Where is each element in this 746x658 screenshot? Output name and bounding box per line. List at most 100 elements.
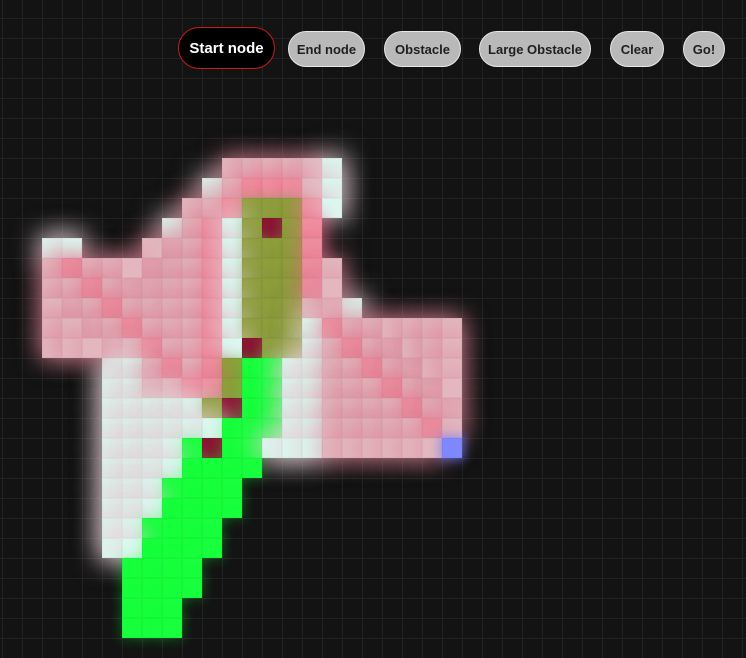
visited-cell[interactable]	[102, 518, 122, 538]
green-cell[interactable]	[162, 538, 182, 558]
green-cell[interactable]	[122, 578, 142, 598]
search-cell[interactable]	[242, 218, 262, 238]
path-cell[interactable]	[142, 338, 162, 358]
frontier-cell[interactable]	[422, 318, 442, 338]
frontier-cell[interactable]	[102, 278, 122, 298]
green-cell[interactable]	[162, 518, 182, 538]
visited-cell[interactable]	[122, 458, 142, 478]
frontier-cell[interactable]	[442, 398, 462, 418]
frontier-cell[interactable]	[382, 438, 402, 458]
visited-cell[interactable]	[142, 498, 162, 518]
visited-cell[interactable]	[342, 298, 362, 318]
path-cell[interactable]	[262, 178, 282, 198]
frontier-cell[interactable]	[402, 318, 422, 338]
visited-cell[interactable]	[162, 418, 182, 438]
end-node[interactable]	[442, 438, 462, 458]
frontier-cell[interactable]	[382, 338, 402, 358]
frontier-cell[interactable]	[42, 258, 62, 278]
green-cell[interactable]	[262, 418, 282, 438]
visited-cell[interactable]	[202, 178, 222, 198]
green-cell[interactable]	[182, 578, 202, 598]
visited-cell[interactable]	[302, 398, 322, 418]
frontier-cell[interactable]	[402, 378, 422, 398]
grid-canvas[interactable]: Start node End node Obstacle Large Obsta…	[0, 0, 746, 658]
visited-cell[interactable]	[282, 398, 302, 418]
frontier-cell[interactable]	[422, 438, 442, 458]
large-obstacle-button[interactable]: Large Obstacle	[479, 31, 591, 67]
visited-cell[interactable]	[262, 438, 282, 458]
visited-cell[interactable]	[222, 278, 242, 298]
visited-cell[interactable]	[142, 398, 162, 418]
path-cell[interactable]	[242, 178, 262, 198]
frontier-cell[interactable]	[42, 298, 62, 318]
visited-cell[interactable]	[282, 438, 302, 458]
frontier-cell[interactable]	[102, 318, 122, 338]
frontier-cell[interactable]	[42, 278, 62, 298]
green-cell[interactable]	[142, 558, 162, 578]
visited-cell[interactable]	[122, 478, 142, 498]
frontier-cell[interactable]	[362, 438, 382, 458]
frontier-cell[interactable]	[442, 338, 462, 358]
path-cell[interactable]	[302, 218, 322, 238]
search-cell[interactable]	[242, 318, 262, 338]
green-cell[interactable]	[122, 598, 142, 618]
path-cell[interactable]	[282, 178, 302, 198]
frontier-cell[interactable]	[382, 358, 402, 378]
frontier-cell[interactable]	[142, 258, 162, 278]
frontier-cell[interactable]	[442, 378, 462, 398]
visited-cell[interactable]	[222, 218, 242, 238]
frontier-cell[interactable]	[342, 398, 362, 418]
search-cell[interactable]	[282, 338, 302, 358]
frontier-cell[interactable]	[162, 318, 182, 338]
frontier-cell[interactable]	[162, 278, 182, 298]
search-cell[interactable]	[282, 318, 302, 338]
path-cell[interactable]	[362, 358, 382, 378]
green-cell[interactable]	[162, 558, 182, 578]
frontier-cell[interactable]	[442, 318, 462, 338]
frontier-cell[interactable]	[422, 378, 442, 398]
visited-cell[interactable]	[122, 438, 142, 458]
visited-cell[interactable]	[282, 358, 302, 378]
path-cell[interactable]	[222, 198, 242, 218]
visited-cell[interactable]	[102, 538, 122, 558]
visited-cell[interactable]	[102, 458, 122, 478]
frontier-cell[interactable]	[102, 258, 122, 278]
visited-cell[interactable]	[182, 398, 202, 418]
frontier-cell[interactable]	[382, 418, 402, 438]
frontier-cell[interactable]	[162, 298, 182, 318]
visited-cell[interactable]	[162, 438, 182, 458]
obstacle-cell[interactable]	[222, 398, 242, 418]
frontier-cell[interactable]	[82, 258, 102, 278]
search-cell[interactable]	[282, 258, 302, 278]
green-cell[interactable]	[242, 418, 262, 438]
search-cell[interactable]	[262, 258, 282, 278]
green-cell[interactable]	[222, 478, 242, 498]
frontier-cell[interactable]	[322, 258, 342, 278]
search-cell[interactable]	[262, 318, 282, 338]
frontier-cell[interactable]	[402, 358, 422, 378]
visited-cell[interactable]	[102, 498, 122, 518]
frontier-cell[interactable]	[182, 338, 202, 358]
path-cell[interactable]	[342, 338, 362, 358]
green-cell[interactable]	[162, 598, 182, 618]
frontier-cell[interactable]	[242, 158, 262, 178]
frontier-cell[interactable]	[342, 358, 362, 378]
end-node-button[interactable]: End node	[288, 31, 365, 67]
green-cell[interactable]	[182, 438, 202, 458]
visited-cell[interactable]	[142, 438, 162, 458]
green-cell[interactable]	[222, 498, 242, 518]
frontier-cell[interactable]	[182, 358, 202, 378]
frontier-cell[interactable]	[162, 378, 182, 398]
frontier-cell[interactable]	[122, 258, 142, 278]
frontier-cell[interactable]	[302, 178, 322, 198]
green-cell[interactable]	[242, 458, 262, 478]
search-cell[interactable]	[242, 258, 262, 278]
green-cell[interactable]	[222, 458, 242, 478]
green-cell[interactable]	[182, 498, 202, 518]
frontier-cell[interactable]	[222, 158, 242, 178]
frontier-cell[interactable]	[182, 298, 202, 318]
green-cell[interactable]	[182, 458, 202, 478]
visited-cell[interactable]	[302, 438, 322, 458]
path-cell[interactable]	[102, 298, 122, 318]
frontier-cell[interactable]	[142, 298, 162, 318]
